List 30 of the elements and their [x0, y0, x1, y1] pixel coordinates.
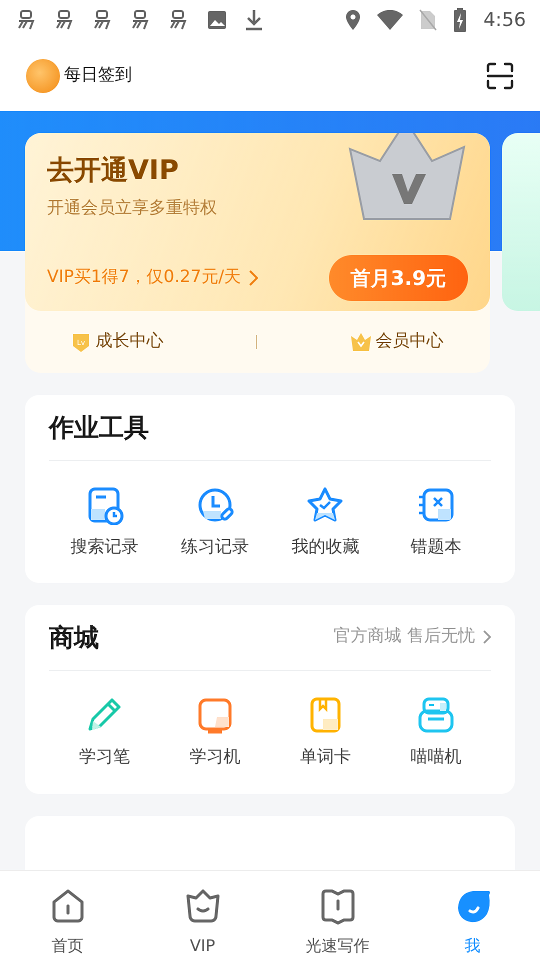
wifi-icon: [377, 10, 404, 30]
grid-shortcut[interactable]: 学习笔: [49, 694, 160, 770]
clock-time: 4:56: [483, 8, 526, 33]
download-icon: [244, 9, 264, 31]
tab-button[interactable]: 首页: [0, 871, 135, 960]
member-link[interactable]: 会员中心: [350, 329, 444, 355]
tab-button[interactable]: VIP: [135, 871, 270, 960]
location-icon: [345, 9, 362, 31]
grid-shortcut[interactable]: 搜索记录: [49, 485, 160, 560]
section-title: 作业工具: [49, 415, 149, 440]
grid-shortcut[interactable]: 错题本: [380, 485, 491, 560]
grid-shortcut[interactable]: 学习机: [160, 694, 270, 770]
grid-shortcut[interactable]: 单词卡: [270, 694, 380, 770]
image-icon: [206, 9, 228, 31]
grid-shortcut[interactable]: 练习记录: [160, 485, 270, 560]
battery-charging-icon: [453, 8, 468, 32]
no-sim-icon: [419, 9, 438, 31]
chevron-right-icon: [249, 270, 258, 286]
vip-subtitle: 开通会员立享多重特权: [47, 196, 218, 220]
grid-shortcut[interactable]: 喵喵机: [380, 694, 491, 770]
tab-button[interactable]: 光速写作: [270, 871, 405, 960]
crown-badge-icon: [350, 332, 372, 352]
scan-icon[interactable]: [486, 62, 514, 90]
chevron-right-icon: [483, 630, 491, 644]
coin-icon: [26, 58, 60, 92]
section-title: 商城: [49, 624, 99, 650]
vip-title: 去开通VIP: [47, 154, 180, 188]
grid-shortcut[interactable]: 我的收藏: [270, 485, 380, 560]
daily-checkin-button[interactable]: 每日签到: [26, 58, 132, 92]
printer-icon: [416, 694, 456, 734]
